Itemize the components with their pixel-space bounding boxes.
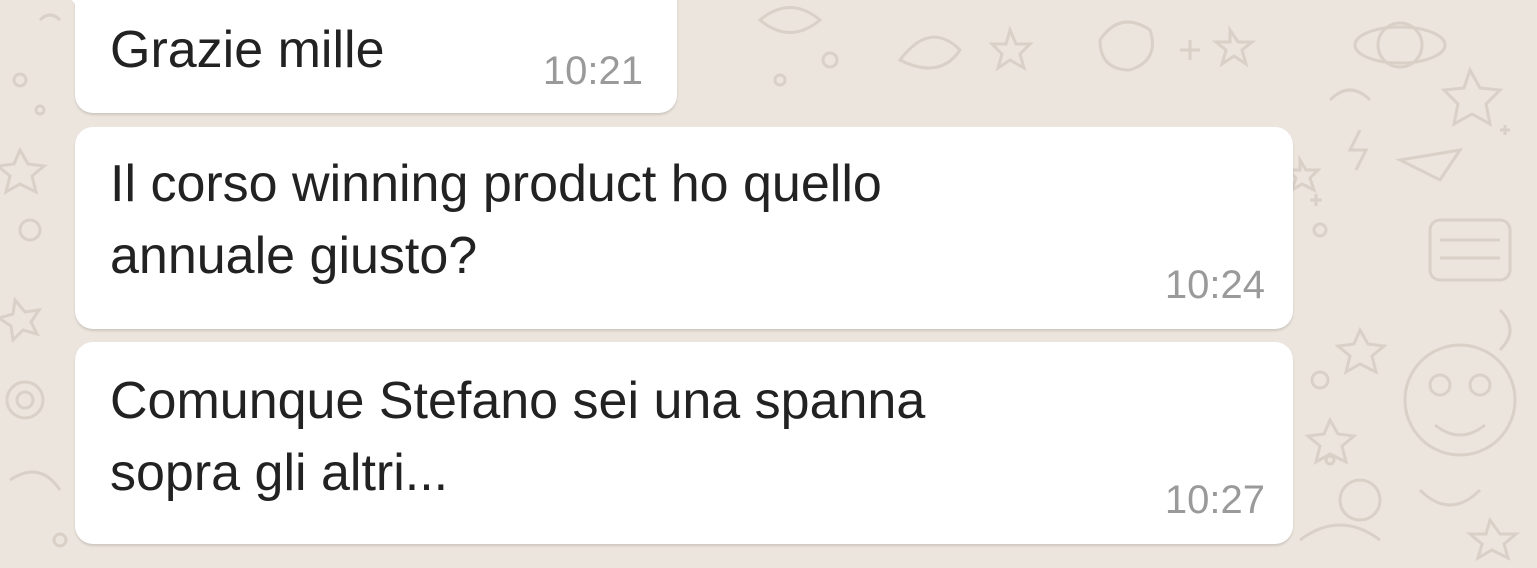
message-bubble[interactable]: Comunque Stefano sei una spanna sopra gl… [75,342,1293,544]
message-timestamp: 10:24 [1164,263,1265,307]
message-bubble[interactable]: Grazie mille 10:21 [49,0,677,113]
bubble-tail [49,0,75,4]
message-text: Il corso winning product ho quello annua… [110,155,882,285]
message-bubble[interactable]: Il corso winning product ho quello annua… [75,127,1293,329]
message-text: Comunque Stefano sei una spanna sopra gl… [110,372,926,502]
message-list: Grazie mille 10:21 Il corso winning prod… [0,0,1537,568]
message-timestamp: 10:27 [1164,478,1265,522]
message-text: Grazie mille [110,21,385,79]
message-timestamp: 10:21 [542,49,643,93]
